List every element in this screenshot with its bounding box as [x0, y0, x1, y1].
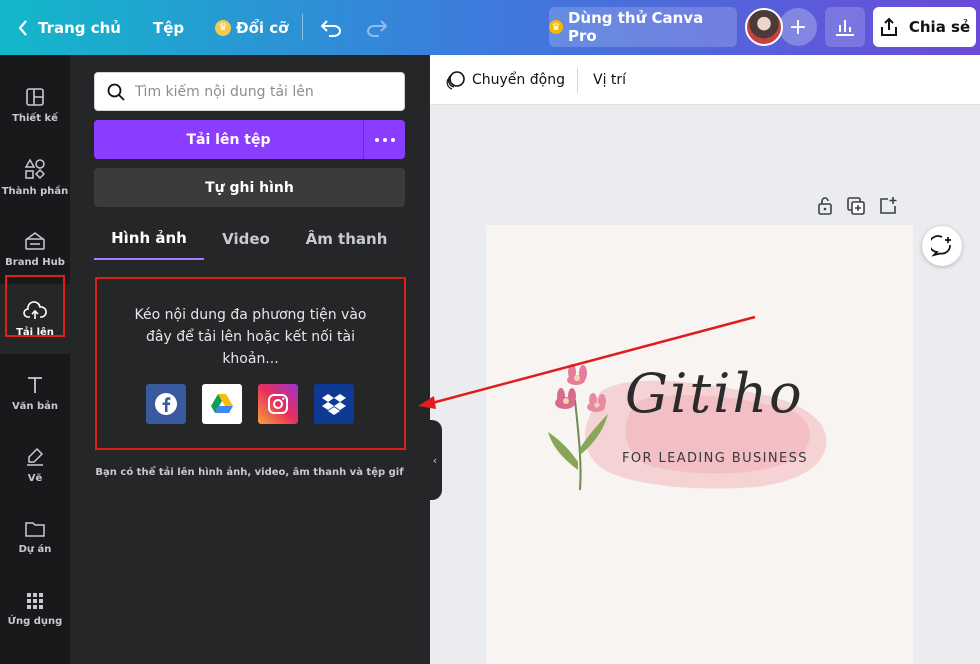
facebook-button[interactable]	[146, 384, 186, 424]
context-toolbar: Chuyển động Vị trí	[430, 55, 980, 105]
insights-button[interactable]	[825, 7, 865, 47]
tab-audio[interactable]: Âm thanh	[288, 218, 405, 260]
upload-hint: Bạn có thể tải lên hình ảnh, video, âm t…	[94, 467, 405, 478]
rail-item-draw[interactable]: Vẽ	[0, 430, 70, 500]
tab-images[interactable]: Hình ảnh	[94, 218, 204, 260]
google-drive-button[interactable]	[202, 384, 242, 424]
uploads-panel: Tải lên tệp Tự ghi hình Hình ảnh Video Â…	[70, 55, 430, 664]
resize-button[interactable]: ♛ Đổi cỡ	[215, 0, 288, 55]
more-dots-icon	[383, 138, 387, 142]
facebook-icon	[154, 392, 178, 416]
record-yourself-button[interactable]: Tự ghi hình	[94, 168, 405, 207]
chevron-left-icon: ‹	[433, 454, 437, 467]
media-tabs: Hình ảnh Video Âm thanh	[94, 218, 405, 260]
folder-icon	[24, 520, 46, 538]
try-pro-button[interactable]: ♛ Dùng thử Canva Pro	[549, 7, 737, 47]
share-upload-icon	[879, 17, 899, 37]
side-rail: Thiết kế Thành phần Brand Hub Tải lên Vă…	[0, 55, 70, 664]
upload-row: Tải lên tệp	[94, 120, 405, 159]
more-dots-icon	[375, 138, 379, 142]
rail-item-projects[interactable]: Dự án	[0, 502, 70, 572]
plus-icon: +	[789, 15, 807, 40]
share-button[interactable]: Chia sẻ	[873, 7, 976, 47]
redo-button[interactable]	[366, 0, 388, 55]
add-page-icon	[878, 196, 898, 216]
instagram-icon	[266, 392, 290, 416]
google-drive-icon	[210, 393, 234, 415]
dropbox-button[interactable]	[314, 384, 354, 424]
rail-label: Vẽ	[28, 473, 43, 484]
chevron-left-icon	[18, 20, 28, 36]
uploads-highlight-box	[5, 275, 65, 337]
shapes-icon	[24, 158, 46, 180]
rail-label: Thành phần	[2, 186, 69, 197]
animate-button[interactable]: Chuyển động	[446, 55, 565, 105]
connect-sources	[146, 384, 370, 424]
home-button[interactable]: Trang chủ	[18, 0, 121, 55]
more-options-button[interactable]	[364, 120, 405, 159]
rail-item-apps[interactable]: Ứng dụng	[0, 574, 70, 644]
comment-add-icon	[931, 235, 953, 257]
instagram-button[interactable]	[258, 384, 298, 424]
design-page[interactable]	[486, 225, 913, 664]
resize-label: Đổi cỡ	[236, 19, 288, 37]
bar-chart-icon	[835, 18, 855, 36]
dropbox-icon	[321, 392, 347, 416]
collapse-panel-button[interactable]: ‹	[428, 420, 442, 500]
position-button[interactable]: Vị trí	[593, 55, 626, 105]
animate-label: Chuyển động	[472, 72, 565, 88]
crown-icon: ♛	[549, 20, 563, 34]
text-icon	[25, 375, 45, 395]
toolbar-divider	[577, 68, 578, 93]
rail-item-brand-hub[interactable]: Brand Hub	[0, 214, 70, 284]
brand-icon	[24, 231, 46, 251]
top-bar: Trang chủ Tệp ♛ Đổi cỡ ♛ Dùng thử Canva …	[0, 0, 980, 55]
lock-icon	[816, 196, 834, 216]
add-page-button[interactable]	[878, 196, 898, 216]
page-tools	[816, 196, 910, 216]
motion-icon	[446, 70, 466, 90]
rail-label: Văn bản	[12, 401, 58, 412]
search-box[interactable]	[94, 72, 405, 111]
try-pro-label: Dùng thử Canva Pro	[568, 9, 737, 45]
rail-label: Brand Hub	[5, 257, 65, 268]
logo-wordmark: Gitiho	[625, 362, 804, 425]
rail-item-text[interactable]: Văn bản	[0, 358, 70, 428]
home-label: Trang chủ	[38, 19, 121, 37]
lock-page-button[interactable]	[816, 196, 834, 216]
file-menu-button[interactable]: Tệp	[153, 0, 184, 55]
crown-icon: ♛	[215, 20, 231, 36]
avatar[interactable]	[745, 8, 783, 46]
more-dots-icon	[391, 138, 395, 142]
rail-item-elements[interactable]: Thành phần	[0, 142, 70, 212]
upload-dropzone[interactable]: Kéo nội dung đa phương tiện vào đây để t…	[95, 277, 406, 450]
upload-files-button[interactable]: Tải lên tệp	[94, 120, 364, 159]
duplicate-page-button[interactable]	[846, 196, 866, 216]
draw-icon	[25, 447, 45, 467]
undo-icon	[320, 19, 342, 37]
add-collaborator-button[interactable]: +	[779, 8, 817, 46]
rail-label: Thiết kế	[12, 113, 58, 124]
search-input[interactable]	[135, 84, 395, 100]
share-label: Chia sẻ	[909, 18, 970, 36]
redo-icon	[366, 19, 388, 37]
logo-tagline: FOR LEADING BUSINESS	[622, 451, 808, 466]
rail-item-design[interactable]: Thiết kế	[0, 70, 70, 140]
rail-label: Ứng dụng	[8, 616, 63, 627]
layout-icon	[25, 87, 45, 107]
duplicate-icon	[846, 196, 866, 216]
file-label: Tệp	[153, 19, 184, 37]
undo-button[interactable]	[320, 0, 342, 55]
add-comment-button[interactable]	[922, 226, 962, 266]
search-icon	[107, 83, 125, 101]
apps-grid-icon	[26, 592, 44, 610]
toolbar-divider	[302, 14, 303, 40]
dropzone-text: Kéo nội dung đa phương tiện vào đây để t…	[97, 304, 404, 370]
tab-video[interactable]: Video	[204, 218, 288, 260]
rail-label: Dự án	[19, 544, 52, 555]
